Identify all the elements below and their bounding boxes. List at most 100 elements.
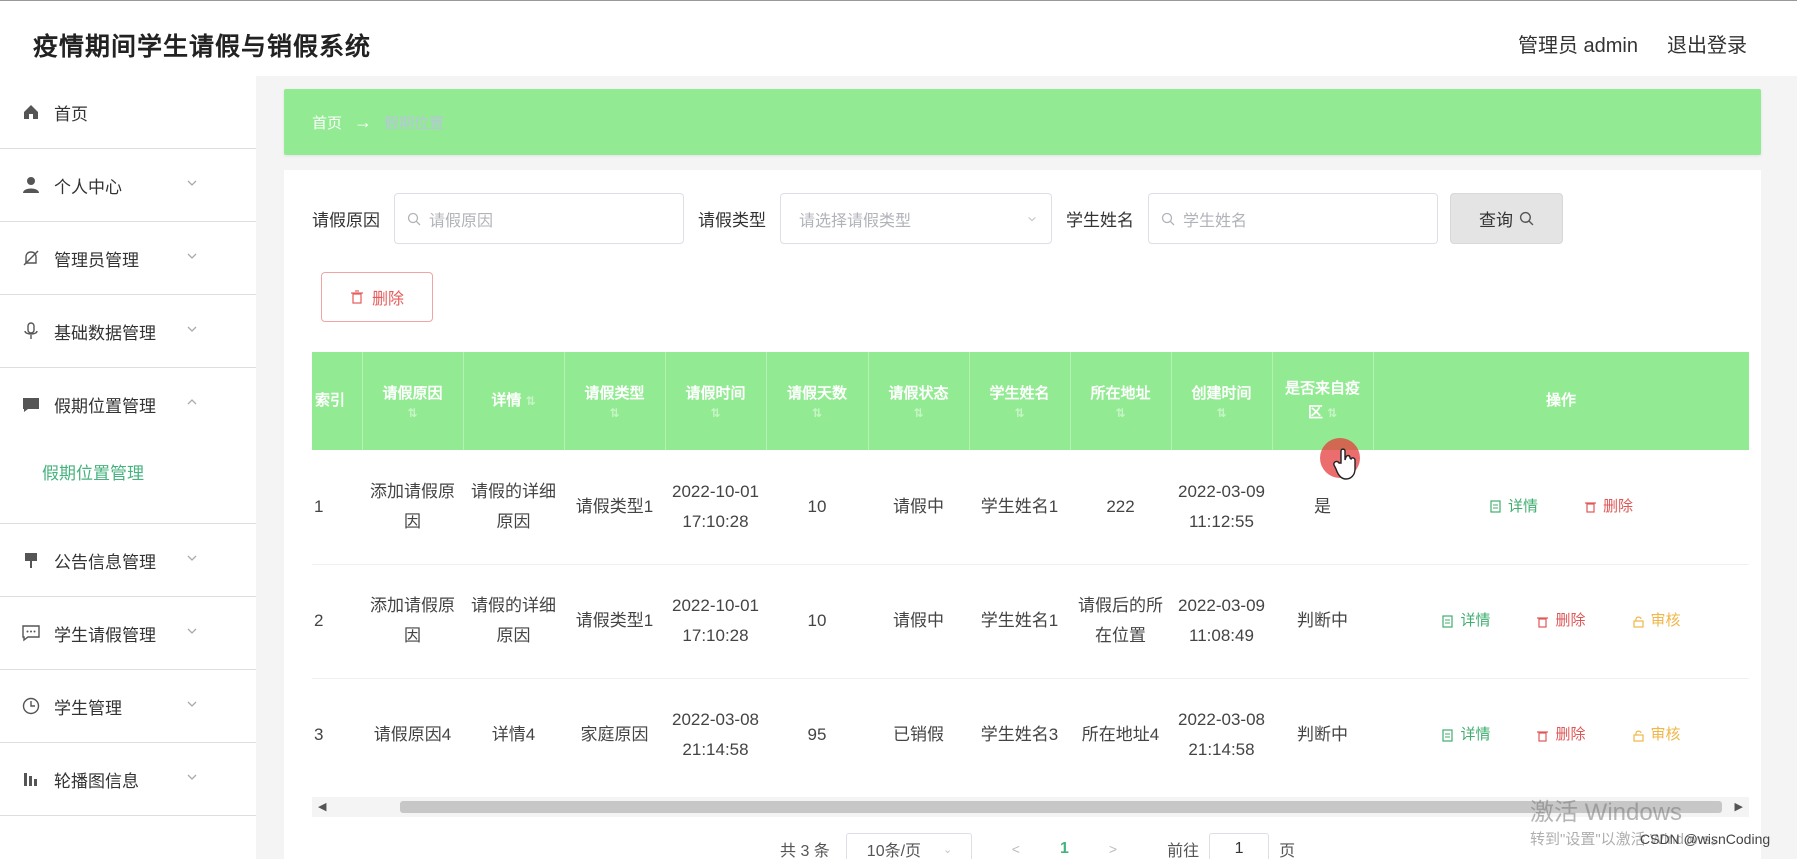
- chevron-down-icon: [187, 555, 197, 561]
- hand-pointer-icon: [1333, 448, 1356, 480]
- sort-icon: ⇅: [1327, 406, 1338, 420]
- prev-page-button[interactable]: <: [1012, 841, 1020, 857]
- scrollbar-thumb[interactable]: [400, 801, 1722, 813]
- sidebar-item-students[interactable]: 学生管理: [0, 670, 256, 743]
- sidebar-item-profile[interactable]: 个人中心: [0, 149, 256, 222]
- cell-name: 学生姓名3: [969, 678, 1070, 792]
- type-select-placeholder: 请选择请假类型: [799, 212, 912, 230]
- breadcrumb-arrow-icon: →: [354, 111, 373, 132]
- cell-created: 2022-03-08 21:14:58: [1171, 678, 1272, 792]
- sort-icon: ⇅: [811, 406, 823, 420]
- scroll-left-icon[interactable]: ◀: [318, 800, 326, 813]
- pagination-total: 共 3 条: [780, 843, 830, 859]
- search-form: 请假原因 请假原因 请假类型 请选择请假类型 学生姓名 学生姓名 查询: [312, 193, 1563, 244]
- sidebar-item-home[interactable]: 首页: [0, 76, 256, 149]
- document-icon: [1442, 728, 1454, 742]
- submenu-item-holiday-location[interactable]: 假期位置管理: [0, 441, 256, 524]
- delete-button[interactable]: 删除: [1536, 606, 1586, 636]
- column-header[interactable]: 请假时间 ⇅: [665, 352, 767, 450]
- sidebar-item-holiday-location[interactable]: 假期位置管理: [0, 368, 256, 441]
- sidebar-item-carousel[interactable]: 轮播图信息: [0, 743, 256, 816]
- cell-detail: 请假的详细原因: [463, 564, 564, 679]
- breadcrumb-home-link[interactable]: 首页: [312, 112, 342, 133]
- column-header[interactable]: 请假状态 ⇅: [868, 352, 970, 450]
- bell-off-icon: [22, 249, 40, 267]
- admin-user-label: 管理员 admin: [1517, 35, 1638, 57]
- search-icon: [1161, 212, 1175, 225]
- user-icon: [22, 176, 40, 194]
- breadcrumb-current: 假期位置: [384, 114, 445, 132]
- query-button[interactable]: 查询: [1450, 193, 1563, 244]
- reason-label: 请假原因: [312, 211, 380, 230]
- chevron-down-icon: ⌄: [943, 843, 953, 856]
- chevron-down-icon: [187, 701, 197, 707]
- column-header[interactable]: 创建时间 ⇅: [1171, 352, 1273, 450]
- trash-icon: [1537, 616, 1549, 628]
- cell-detail: 详情4: [463, 678, 564, 792]
- chevron-down-icon: [187, 628, 197, 634]
- audit-button[interactable]: 审核: [1632, 606, 1681, 636]
- delete-button[interactable]: 删除: [1584, 492, 1633, 522]
- cell-name: 学生姓名1: [969, 450, 1070, 565]
- column-header[interactable]: 请假天数 ⇅: [766, 352, 869, 450]
- column-header[interactable]: 请假原因 ⇅: [362, 352, 464, 450]
- goto-page-input[interactable]: 1: [1209, 833, 1270, 859]
- sidebar-item-admin[interactable]: 管理员管理: [0, 222, 256, 295]
- scroll-right-icon[interactable]: ▶: [1735, 800, 1743, 813]
- sort-icon: ⇅: [407, 406, 418, 420]
- type-select[interactable]: 请选择请假类型: [780, 193, 1052, 244]
- audit-button[interactable]: 审核: [1632, 720, 1681, 750]
- chevron-down-icon: [187, 180, 197, 186]
- logout-link[interactable]: 退出登录: [1667, 29, 1747, 58]
- column-header[interactable]: 详情 ⇅: [463, 352, 565, 450]
- sidebar-item-label: 个人中心: [54, 177, 122, 197]
- detail-button[interactable]: 详情: [1441, 720, 1490, 750]
- column-header[interactable]: 所在地址 ⇅: [1070, 352, 1172, 450]
- cell-from-zone: 判断中: [1272, 678, 1373, 792]
- chevron-down-icon: [187, 774, 197, 780]
- detail-button[interactable]: 详情: [1441, 606, 1490, 636]
- clock-icon: [22, 697, 40, 715]
- app-title: 疫情期间学生请假与销假系统: [33, 33, 372, 61]
- breadcrumb: 首页 → 假期位置: [284, 89, 1761, 155]
- sidebar-item-leave[interactable]: 学生请假管理: [0, 597, 256, 670]
- page-number[interactable]: 1: [1060, 840, 1069, 858]
- cell-type: 请假类型1: [564, 450, 665, 565]
- cell-index: 1: [312, 450, 362, 565]
- detail-button[interactable]: 详情: [1489, 492, 1538, 522]
- cell-type: 请假类型1: [564, 564, 665, 679]
- cell-address: 222: [1070, 450, 1171, 565]
- sidebar-item-notice[interactable]: 公告信息管理: [0, 524, 256, 597]
- column-header[interactable]: 学生姓名 ⇅: [969, 352, 1071, 450]
- top-header: 疫情期间学生请假与销假系统 管理员 admin 退出登录: [0, 0, 1797, 76]
- chevron-down-icon: [187, 253, 197, 259]
- microphone-icon: [22, 322, 40, 340]
- cell-address: 请假后的所在位置: [1070, 564, 1171, 679]
- cell-created: 2022-03-09 11:08:49: [1171, 564, 1272, 679]
- sidebar-item-label: 基础数据管理: [54, 323, 156, 343]
- sort-icon: ⇅: [710, 406, 721, 420]
- chart-icon: [22, 770, 40, 788]
- table-row: 1 添加请假原因 请假的详细原因 请假类型1 2022-10-01 17:10:…: [312, 450, 1749, 565]
- sidebar-item-basic-data[interactable]: 基础数据管理: [0, 295, 256, 368]
- column-header[interactable]: 请假类型 ⇅: [564, 352, 666, 450]
- cell-status: 已销假: [868, 678, 969, 792]
- page-size-select[interactable]: 10条/页 ⌄: [845, 833, 972, 859]
- next-page-button[interactable]: >: [1109, 841, 1117, 857]
- cell-reason: 添加请假原因: [362, 450, 463, 565]
- cell-ops: 详情 删除 审核: [1373, 564, 1749, 679]
- goto-label: 前往: [1167, 843, 1200, 859]
- data-table: 索引 请假原因 ⇅ 详情 ⇅ 请假类型 ⇅ 请假时间 ⇅ 请假天数 ⇅ 请假状态 ⇅ 学生…: [312, 352, 1749, 792]
- trash-icon: [1537, 730, 1549, 742]
- cell-created: 2022-03-09 11:12:55: [1171, 450, 1272, 565]
- query-button-label: 查询: [1479, 211, 1513, 230]
- delete-button[interactable]: 删除: [1536, 720, 1586, 750]
- column-header: 操作: [1373, 352, 1749, 450]
- reason-input[interactable]: 请假原因: [394, 193, 684, 244]
- column-header: 索引: [312, 352, 363, 450]
- chat-bubble-icon: [22, 396, 40, 414]
- cell-status: 请假中: [868, 564, 969, 679]
- column-header[interactable]: 是否来自疫区 ⇅: [1272, 352, 1374, 450]
- bulk-delete-button[interactable]: 删除: [321, 272, 433, 322]
- name-input[interactable]: 学生姓名: [1148, 193, 1438, 244]
